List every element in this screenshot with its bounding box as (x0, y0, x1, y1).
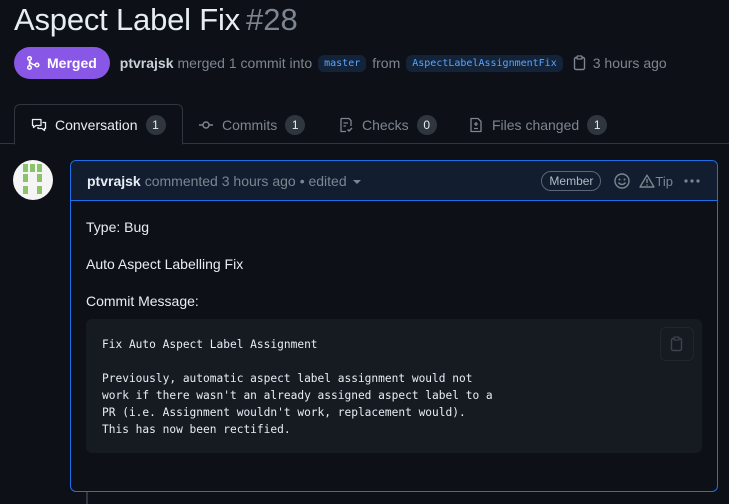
code-line: work if there wasn't an already assigned… (102, 389, 493, 402)
tab-checks-count: 0 (416, 114, 437, 135)
tab-files-changed[interactable]: Files changed 1 (468, 104, 608, 145)
member-badge: Member (541, 171, 602, 191)
tab-commits-label: Commits (222, 116, 278, 133)
checklist-icon (338, 117, 354, 133)
tab-checks-label: Checks (362, 116, 409, 133)
code-block: Fix Auto Aspect Label Assignment Previous… (86, 319, 702, 453)
clipboard-icon (670, 336, 683, 352)
merged-label: Merged (47, 55, 97, 71)
pr-author-link[interactable]: ptvrajsk (120, 55, 174, 71)
merge-text: merged 1 commit into (177, 55, 313, 71)
comment-box: ptvrajsk commented 3 hours ago • edited … (70, 160, 718, 492)
tab-conversation[interactable]: Conversation 1 (14, 104, 183, 145)
code-line: Previously, automatic aspect label assig… (102, 372, 473, 385)
tab-conversation-count: 1 (145, 114, 166, 135)
pr-meta: Merged ptvrajsk merged 1 commit into mas… (14, 47, 667, 79)
pr-title-row: Aspect Label Fix #28 (14, 2, 298, 42)
pr-number: #28 (245, 2, 298, 37)
smiley-icon[interactable] (613, 172, 631, 190)
copy-branch-icon[interactable] (573, 55, 587, 71)
tip-button[interactable]: Tip (639, 174, 673, 189)
comment-header: ptvrajsk commented 3 hours ago • edited … (71, 161, 717, 201)
pr-title: Aspect Label Fix (14, 2, 240, 37)
tab-checks[interactable]: Checks 0 (338, 104, 437, 145)
head-branch[interactable]: AspectLabelAssignmentFix (406, 54, 563, 72)
tab-files-changed-count: 1 (587, 114, 608, 135)
tab-commits-count: 1 (285, 114, 306, 135)
comment-body: Type: Bug Auto Aspect Labelling Fix Comm… (71, 201, 717, 453)
file-diff-icon (468, 117, 484, 133)
merge-time: 3 hours ago (592, 55, 667, 71)
git-merge-icon (26, 55, 40, 71)
code-line: PR (i.e. Assignment wouldn't work, repla… (102, 406, 466, 419)
git-commit-icon (198, 117, 214, 133)
pr-tabs: Conversation 1 Commits 1 Checks 0 Files … (0, 104, 729, 145)
merged-state-badge: Merged (14, 47, 110, 79)
alert-icon (639, 174, 656, 188)
comment-author-link[interactable]: ptvrajsk (87, 173, 141, 189)
timeline-line (86, 490, 88, 504)
edited-label: • edited (299, 172, 347, 189)
avatar[interactable] (13, 160, 53, 200)
tab-conversation-label: Conversation (55, 116, 138, 133)
summary-line: Auto Aspect Labelling Fix (86, 256, 244, 272)
comment-discussion-icon (31, 117, 47, 133)
edited-dropdown[interactable]: • edited (300, 173, 361, 189)
commit-heading: Commit Message: (86, 293, 199, 309)
code-line: Fix Auto Aspect Label Assignment (102, 338, 318, 351)
comment-action: commented 3 hours ago (144, 172, 296, 189)
tab-commits[interactable]: Commits 1 (198, 104, 306, 145)
code-line: This has now been rectified. (102, 423, 291, 436)
chevron-down-icon (352, 179, 361, 184)
tab-files-changed-label: Files changed (492, 116, 580, 133)
from-text: from (372, 55, 401, 71)
tip-label: Tip (655, 173, 673, 189)
copy-code-button[interactable] (660, 327, 694, 361)
comment-actions: Member Tip (541, 161, 701, 201)
base-branch[interactable]: master (318, 54, 367, 72)
kebab-menu-icon[interactable] (683, 178, 701, 184)
type-line: Type: Bug (86, 219, 150, 235)
